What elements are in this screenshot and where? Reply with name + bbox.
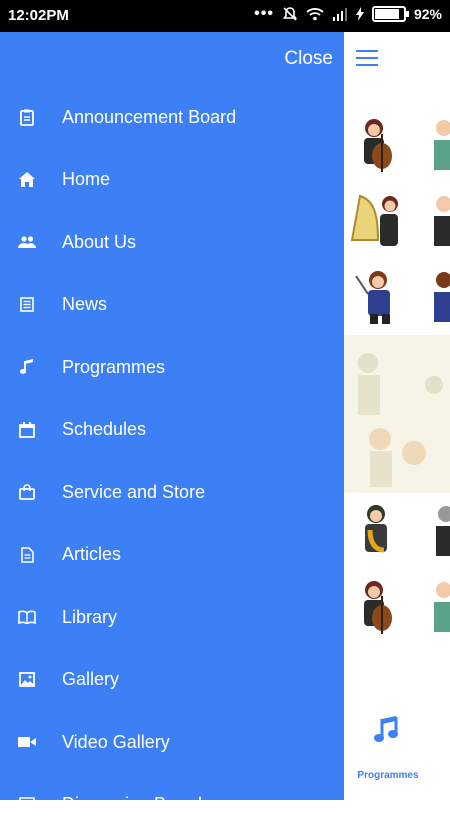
menu-item-label: Video Gallery bbox=[62, 732, 170, 753]
menu-item-label: Schedules bbox=[62, 419, 146, 440]
image-icon bbox=[18, 671, 36, 689]
musician-sticker-image[interactable] bbox=[430, 114, 450, 174]
shopping-bag-icon bbox=[18, 483, 36, 501]
musician-sticker-image[interactable] bbox=[430, 190, 450, 250]
menu-item-library[interactable]: Library bbox=[0, 586, 344, 649]
menu-item-schedules[interactable]: Schedules bbox=[0, 399, 344, 462]
musician-sticker-image[interactable] bbox=[430, 576, 450, 636]
musician-sticker-image[interactable] bbox=[430, 266, 450, 326]
muted-bell-icon bbox=[282, 6, 298, 22]
menu-item-label: Gallery bbox=[62, 669, 119, 690]
menu-item-home[interactable]: Home bbox=[0, 149, 344, 212]
people-icon bbox=[18, 233, 36, 251]
signal-icon bbox=[332, 7, 348, 21]
main-content: Programmes bbox=[344, 32, 450, 800]
home-icon bbox=[18, 171, 36, 189]
charging-bolt-icon bbox=[356, 7, 364, 21]
menu-item-discussion-board[interactable]: Discussion Board bbox=[0, 774, 344, 836]
video-icon bbox=[18, 733, 36, 751]
menu-item-news[interactable]: News bbox=[0, 274, 344, 337]
cellist-sticker-image[interactable] bbox=[348, 576, 404, 636]
menu-item-announcement-board[interactable]: Announcement Board bbox=[0, 86, 344, 149]
menu-item-label: News bbox=[62, 294, 107, 315]
status-bar: 12:02PM ••• 92% bbox=[0, 0, 450, 32]
music-note-icon bbox=[18, 358, 36, 376]
menu-item-label: Announcement Board bbox=[62, 107, 236, 128]
hamburger-menu-icon[interactable] bbox=[356, 50, 378, 68]
status-time: 12:02PM bbox=[8, 7, 69, 24]
menu-item-about-us[interactable]: About Us bbox=[0, 211, 344, 274]
status-icons: ••• 92% bbox=[254, 6, 442, 22]
menu-item-label: Programmes bbox=[62, 357, 165, 378]
harpist-sticker-image[interactable] bbox=[348, 190, 404, 250]
bottom-tab-programmes[interactable] bbox=[374, 715, 402, 750]
menu-item-service-and-store[interactable]: Service and Store bbox=[0, 461, 344, 524]
menu-item-label: Home bbox=[62, 169, 110, 190]
book-icon bbox=[18, 608, 36, 626]
musician-sticker-image[interactable] bbox=[430, 500, 450, 560]
menu-item-label: Library bbox=[62, 607, 117, 628]
battery-icon bbox=[372, 6, 406, 22]
menu-item-label: Articles bbox=[62, 544, 121, 565]
notification-dots-icon: ••• bbox=[254, 7, 274, 21]
menu-item-video-gallery[interactable]: Video Gallery bbox=[0, 711, 344, 774]
music-note-icon bbox=[374, 715, 402, 745]
menu-item-label: Discussion Board bbox=[62, 794, 202, 815]
document-icon bbox=[18, 546, 36, 564]
faded-banner-image bbox=[344, 335, 450, 493]
menu-item-label: About Us bbox=[62, 232, 136, 253]
menu-item-articles[interactable]: Articles bbox=[0, 524, 344, 587]
menu-item-programmes[interactable]: Programmes bbox=[0, 336, 344, 399]
drawer-menu: Announcement Board Home About Us News Pr… bbox=[0, 86, 344, 836]
calendar-icon bbox=[18, 421, 36, 439]
battery-percent: 92% bbox=[414, 6, 442, 22]
bottom-tab-label[interactable]: Programmes bbox=[344, 770, 432, 781]
navigation-drawer: Close Announcement Board Home About Us N… bbox=[0, 32, 344, 800]
wifi-icon bbox=[306, 7, 324, 21]
close-button[interactable]: Close bbox=[284, 48, 333, 70]
conductor-sticker-image[interactable] bbox=[348, 266, 404, 326]
menu-item-label: Service and Store bbox=[62, 482, 205, 503]
cellist-sticker-image[interactable] bbox=[348, 114, 404, 174]
saxophonist-sticker-image[interactable] bbox=[348, 500, 404, 560]
clipboard-icon bbox=[18, 108, 36, 126]
chat-icon bbox=[18, 796, 36, 814]
newspaper-icon bbox=[18, 296, 36, 314]
menu-item-gallery[interactable]: Gallery bbox=[0, 649, 344, 712]
